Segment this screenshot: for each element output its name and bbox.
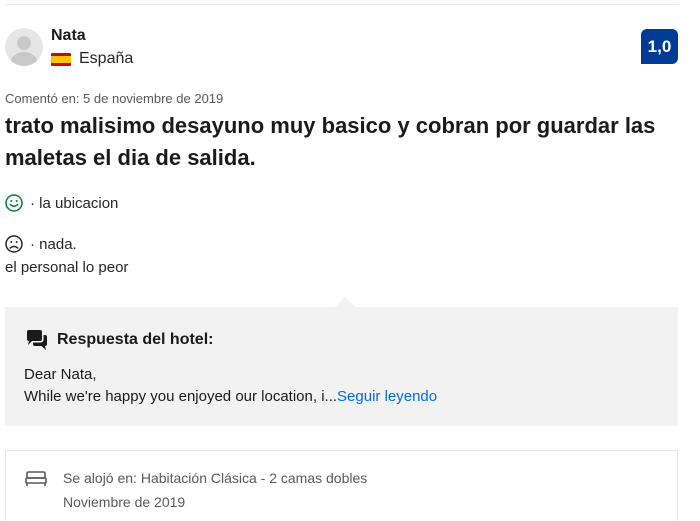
review-positive: · la ubicacion [5,194,118,212]
negative-extra-text: el personal lo peor [5,259,129,276]
spain-flag-icon [51,52,71,66]
stay-date: Noviembre de 2019 [63,494,186,510]
reviewer-name: Nata [51,27,86,44]
sad-face-icon [5,235,23,253]
bed-icon [25,471,47,486]
review-score-badge: 1,0 [641,29,678,64]
review-negative: · nada. [5,235,77,253]
hotel-reply-title-text: Respuesta del hotel: [57,331,214,348]
hotel-reply-title: Respuesta del hotel: [25,329,213,351]
hotel-reply-excerpt: While we're happy you enjoyed our locati… [24,388,437,405]
reply-pointer [335,297,355,307]
negative-text: · nada. [30,235,77,253]
hotel-reply: Respuesta del hotel: Dear Nata, While we… [5,307,678,426]
hotel-reply-excerpt-text: While we're happy you enjoyed our locati… [24,388,338,405]
positive-text: · la ubicacion [30,194,119,212]
smiley-face-icon [5,194,23,212]
hotel-reply-greeting: Dear Nata, [24,366,97,383]
stay-room-type: Se alojó en: Habitación Clásica - 2 cama… [63,470,368,486]
stay-info: Se alojó en: Habitación Clásica - 2 cama… [5,450,678,521]
review-date: Comentó en: 5 de noviembre de 2019 [5,91,224,106]
review-headline: trato malisimo desayuno muy basico y cob… [5,113,656,170]
chat-bubbles-icon [27,330,47,350]
read-more-link[interactable]: Seguir leyendo [337,388,437,405]
reviewer-country: España [51,50,133,68]
avatar [5,28,43,66]
country-label: España [79,50,134,67]
top-divider [5,4,679,5]
